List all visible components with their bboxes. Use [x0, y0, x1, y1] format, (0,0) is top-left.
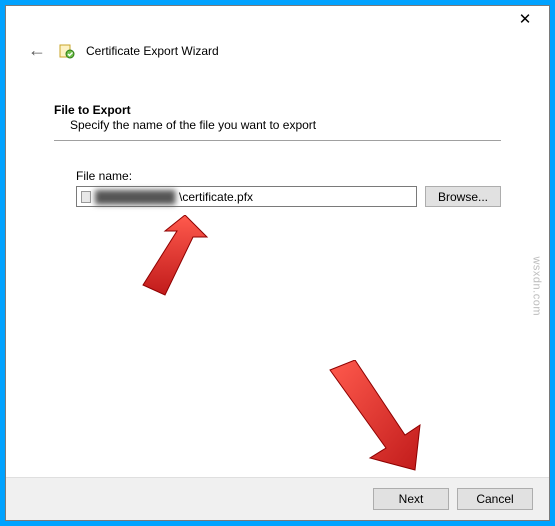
- browse-button[interactable]: Browse...: [425, 186, 501, 207]
- wizard-window: ✕ ← Certificate Export Wizard File to Ex…: [5, 5, 550, 521]
- wizard-header: ← Certificate Export Wizard: [6, 32, 549, 73]
- file-icon: [81, 191, 91, 203]
- close-button[interactable]: ✕: [507, 8, 543, 30]
- file-field-row: ██████████ \certificate.pfx Browse...: [76, 186, 501, 207]
- titlebar: ✕: [6, 6, 549, 32]
- wizard-content: File to Export Specify the name of the f…: [6, 73, 549, 477]
- file-name-input[interactable]: ██████████ \certificate.pfx: [76, 186, 417, 207]
- certificate-wizard-icon: [58, 42, 76, 60]
- watermark: wsxdn.com: [531, 256, 543, 316]
- file-path-hidden: ██████████: [95, 190, 175, 204]
- back-arrow-icon[interactable]: ←: [26, 38, 48, 63]
- file-path-visible: \certificate.pfx: [179, 190, 253, 204]
- file-field-group: File name: ██████████ \certificate.pfx Br…: [54, 169, 501, 207]
- divider: [54, 140, 501, 141]
- next-button[interactable]: Next: [373, 488, 449, 510]
- cancel-button[interactable]: Cancel: [457, 488, 533, 510]
- section-subtitle: Specify the name of the file you want to…: [54, 118, 501, 132]
- section-title: File to Export: [54, 103, 501, 117]
- wizard-footer: Next Cancel: [6, 477, 549, 520]
- file-name-label: File name:: [76, 169, 501, 183]
- wizard-title: Certificate Export Wizard: [86, 44, 219, 58]
